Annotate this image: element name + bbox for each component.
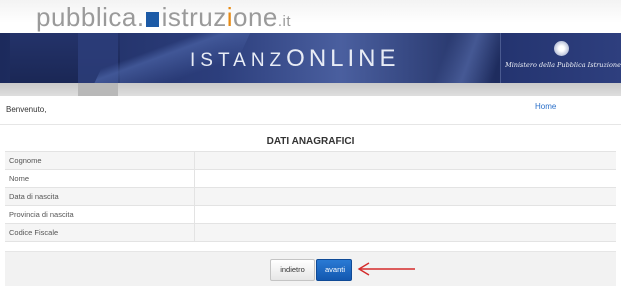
row-label-data-di-nascita: Data di nascita	[5, 187, 195, 206]
app-banner: ISTANZONLINE Ministero della Pubblica Is…	[0, 33, 621, 83]
portal-logo-text-2: istruz	[161, 2, 227, 32]
form-actions: indietro avanti	[5, 251, 616, 286]
row-label-nome: Nome	[5, 169, 195, 188]
row-label-provincia-di-nascita: Provincia di nascita	[5, 205, 195, 224]
row-label-codice-fiscale: Codice Fiscale	[5, 223, 195, 242]
row-value-provincia-di-nascita	[194, 205, 616, 224]
arrow-left-icon	[357, 262, 415, 276]
portal-logo[interactable]: pubblica. istruzione.it	[36, 2, 291, 37]
app-title-part-1: ISTANZ	[190, 50, 287, 71]
next-button[interactable]: avanti	[316, 259, 352, 281]
row-label-cognome: Cognome	[5, 151, 195, 170]
table-row: Cognome	[5, 151, 616, 170]
welcome-text: Benvenuto,	[6, 105, 47, 114]
portal-logo-text-1: pubblica.	[36, 2, 145, 32]
ministry-area: Ministero della Pubblica Istruzione	[500, 33, 621, 83]
app-title: ISTANZONLINE	[190, 45, 400, 73]
portal-logo-text-4: one	[232, 2, 278, 32]
portal-header: pubblica. istruzione.it	[0, 0, 621, 33]
row-value-codice-fiscale	[194, 223, 616, 242]
row-value-data-di-nascita	[194, 187, 616, 206]
banner-decoration	[78, 83, 118, 96]
table-row: Codice Fiscale	[5, 223, 616, 242]
back-button[interactable]: indietro	[270, 259, 315, 281]
app-title-part-2: ONLINE	[286, 45, 400, 72]
table-row: Nome	[5, 169, 616, 188]
personal-data-table: Cognome Nome Data di nascita Provincia d…	[5, 151, 616, 242]
table-row: Data di nascita	[5, 187, 616, 206]
welcome-bar: Benvenuto, Home	[0, 101, 621, 125]
ministry-name: Ministero della Pubblica Istruzione	[505, 61, 621, 69]
emblem-icon	[554, 41, 569, 56]
table-row: Provincia di nascita	[5, 205, 616, 224]
logo-square-icon	[145, 12, 159, 27]
row-value-nome	[194, 169, 616, 188]
portal-logo-tld: .it	[277, 13, 292, 30]
banner-strip	[0, 83, 621, 96]
home-link[interactable]: Home	[535, 102, 556, 111]
section-title: DATI ANAGRAFICI	[266, 136, 355, 147]
row-value-cognome	[194, 151, 616, 170]
